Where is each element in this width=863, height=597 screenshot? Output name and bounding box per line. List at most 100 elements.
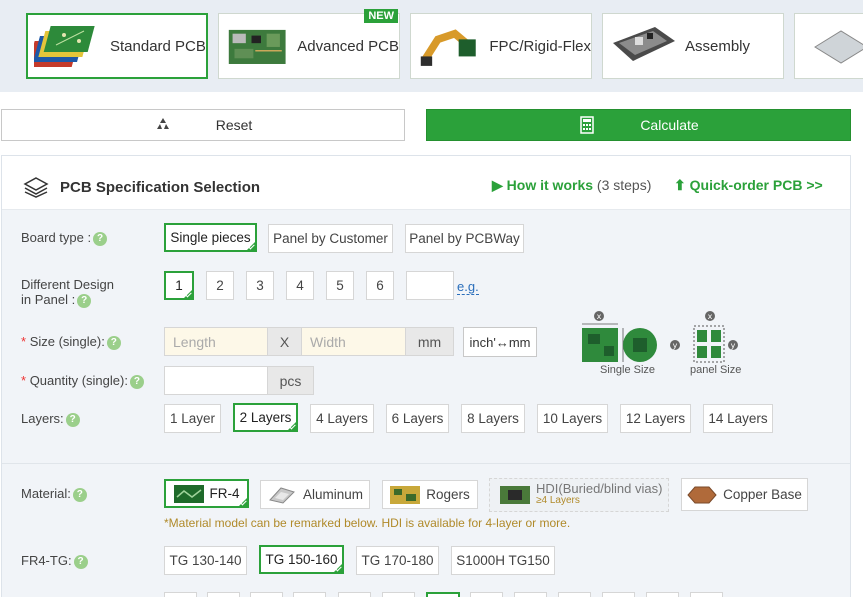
design-option-5[interactable]: 5 [326, 271, 354, 300]
design-option-6[interactable]: 6 [366, 271, 394, 300]
material-aluminum[interactable]: Aluminum [260, 480, 370, 509]
quantity-label-text: Quantity (single): [29, 373, 128, 388]
material-option-label: Copper Base [723, 487, 802, 502]
material-option-label: Aluminum [302, 487, 364, 502]
layer-option-8[interactable]: 8 Layers [461, 404, 525, 433]
next-row-option[interactable] [470, 592, 503, 597]
next-row-option[interactable] [338, 592, 371, 597]
tab-label: Assembly [685, 37, 751, 55]
svg-text:y: y [731, 341, 736, 350]
how-it-works-link[interactable]: ▶ How it works (3 steps) [492, 177, 651, 194]
hdi-board-icon [500, 486, 530, 504]
layer-option-14[interactable]: 14 Layers [703, 404, 773, 433]
size-unit: mm [405, 327, 454, 356]
reset-label: Reset [215, 117, 253, 133]
board-type-label: Board type :? [21, 230, 108, 246]
board-type-label-text: Board type : [21, 230, 92, 245]
help-icon[interactable]: ? [65, 412, 80, 427]
material-rogers[interactable]: Rogers [382, 480, 478, 509]
material-option-label: FR-4 [209, 486, 240, 501]
size-label-text: Size (single): [29, 334, 105, 349]
layer-option-6[interactable]: 6 Layers [386, 404, 449, 433]
inch-mm-toggle-button[interactable]: inch'↔mm [463, 327, 537, 357]
help-icon[interactable]: ? [129, 374, 144, 389]
layer-option-12[interactable]: 12 Layers [620, 404, 691, 433]
fr4-tg-label: FR4-TG:? [21, 553, 88, 569]
next-row-option[interactable] [164, 592, 197, 597]
layer-option-4[interactable]: 4 Layers [310, 404, 374, 433]
help-icon[interactable]: ? [73, 554, 88, 569]
layer-option-1[interactable]: 1 Layer [164, 404, 221, 433]
next-row-option[interactable] [690, 592, 723, 597]
layers-label: Layers:? [21, 411, 80, 427]
panel-size-caption: panel Size [690, 364, 742, 376]
design-option-1[interactable]: 1 [164, 271, 194, 300]
layers-label-text: Layers: [21, 411, 64, 426]
quick-order-label: Quick-order PCB >> [689, 177, 823, 193]
different-design-label: Different Design in Panel :? [21, 277, 114, 308]
tg-130-140[interactable]: TG 130-140 [164, 546, 247, 575]
tab-standard-pcb[interactable]: Standard PCB [26, 13, 208, 79]
aluminum-board-icon [269, 486, 295, 504]
board-type-single-pieces[interactable]: Single pieces [164, 223, 257, 252]
next-row-option[interactable] [602, 592, 635, 597]
play-icon: ▶ [492, 177, 503, 193]
tab-advanced-pcb[interactable]: Advanced PCB NEW [218, 9, 400, 79]
new-badge: NEW [364, 9, 398, 23]
tab-label: Standard PCB [110, 37, 206, 55]
advanced-pcb-image [228, 29, 286, 64]
tg-170-180[interactable]: TG 170-180 [356, 546, 439, 575]
next-row-option[interactable] [514, 592, 547, 597]
next-row-option[interactable] [250, 592, 283, 597]
tab-assembly[interactable]: Assembly [602, 13, 784, 79]
product-tab-bar: Standard PCB Advanced PCB NEW FPC/Rigid-… [0, 0, 863, 92]
fpc-image [420, 29, 476, 66]
tab-fpc-rigid-flex[interactable]: FPC/Rigid-Flex [410, 13, 592, 79]
next-row-option[interactable] [207, 592, 240, 597]
size-label: * Size (single):? [21, 334, 121, 350]
board-type-panel-by-pcbway[interactable]: Panel by PCBWay [405, 224, 524, 253]
required-mark: * [21, 334, 27, 349]
layer-option-10[interactable]: 10 Layers [537, 404, 608, 433]
size-diagram: x y x y [582, 311, 738, 363]
next-row-option-selected[interactable] [426, 592, 460, 597]
fr4-board-icon [173, 484, 204, 503]
copper-board-icon [687, 486, 717, 503]
length-input[interactable]: Length [164, 327, 268, 356]
design-option-3[interactable]: 3 [246, 271, 274, 300]
material-fr4[interactable]: FR-4 [164, 479, 249, 508]
material-hdi[interactable]: HDI(Buried/blind vias) ≥4 Layers [489, 478, 669, 512]
help-icon[interactable]: ? [106, 335, 121, 350]
required-mark: * [21, 373, 27, 388]
material-note: *Material model can be remarked below. H… [164, 516, 571, 530]
quantity-unit: pcs [267, 366, 314, 395]
next-row-option[interactable] [382, 592, 415, 597]
quick-order-link[interactable]: ⬆ Quick-order PCB >> [674, 177, 823, 194]
help-icon[interactable]: ? [72, 487, 87, 502]
reset-button[interactable]: Reset [1, 109, 405, 141]
help-icon[interactable]: ? [93, 231, 108, 246]
rogers-board-icon [390, 485, 421, 504]
calculate-button[interactable]: Calculate [426, 109, 851, 141]
quantity-input[interactable] [164, 366, 268, 395]
help-icon[interactable]: ? [77, 293, 92, 308]
design-option-4[interactable]: 4 [286, 271, 314, 300]
design-option-2[interactable]: 2 [206, 271, 234, 300]
tg-150-160[interactable]: TG 150-160 [259, 545, 344, 574]
different-design-label-line1: Different Design [21, 277, 114, 292]
next-row-option[interactable] [558, 592, 591, 597]
svg-text:x: x [708, 312, 713, 321]
tab-more-partial[interactable] [794, 13, 863, 79]
width-input[interactable]: Width [301, 327, 406, 356]
material-copper-base[interactable]: Copper Base [681, 478, 808, 511]
fr4-tg-label-text: FR4-TG: [21, 553, 72, 568]
eg-link[interactable]: e.g. [457, 279, 479, 295]
layer-option-2[interactable]: 2 Layers [233, 403, 298, 432]
board-type-panel-by-customer[interactable]: Panel by Customer [268, 224, 393, 253]
next-row-option[interactable] [646, 592, 679, 597]
tab-label: Advanced PCB [297, 37, 399, 55]
different-design-label-line2: in Panel : [21, 292, 76, 307]
tg-s1000h[interactable]: S1000H TG150 [451, 546, 555, 575]
design-count-input[interactable] [406, 271, 454, 300]
next-row-option[interactable] [293, 592, 326, 597]
